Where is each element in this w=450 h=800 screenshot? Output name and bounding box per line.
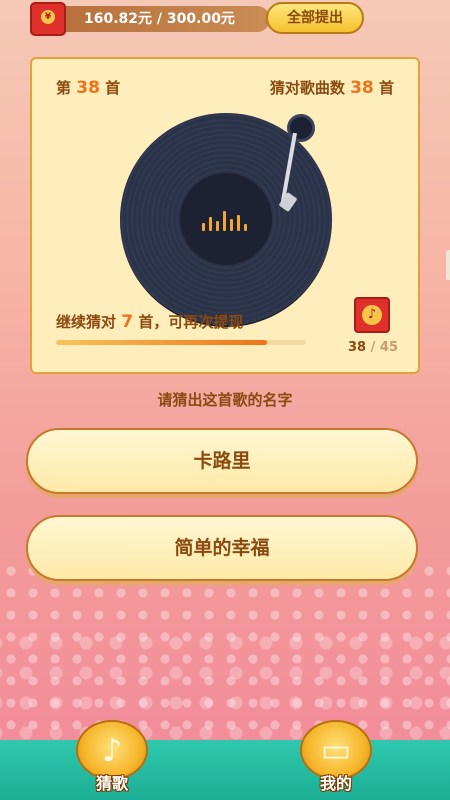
song-number: 38	[76, 78, 100, 98]
nav-mine-label: 我的	[319, 774, 352, 793]
progress-bar	[56, 340, 306, 345]
progress-fill	[56, 340, 267, 345]
audio-wave-icon	[202, 209, 252, 231]
progress-total: / 45	[370, 340, 398, 355]
balance-amount: 160.82元	[84, 11, 153, 27]
balance-target: 300.00元	[166, 11, 235, 27]
coin-icon: ¥	[41, 10, 55, 24]
correct-count: 38	[350, 78, 374, 98]
card-header: 第 38 首 猜对歌曲数 38 首	[56, 77, 394, 101]
music-note-icon: ♪	[362, 305, 382, 325]
bottom-nav-bar	[0, 740, 450, 800]
hint-number: 7	[121, 312, 134, 332]
withdraw-all-button[interactable]: 全部提出	[266, 2, 364, 34]
hint-prefix: 继续猜对	[56, 313, 117, 331]
record-label	[180, 173, 272, 265]
answer-option-1[interactable]: 卡路里	[26, 428, 418, 494]
current-song-indicator: 第 38 首	[56, 77, 120, 98]
song-prefix: 第	[56, 79, 72, 97]
balance-bar: 160.82元 / 300.00元 ¥ 全部提出	[30, 2, 400, 36]
music-note-icon: ♪	[101, 731, 123, 769]
background-dots-large	[0, 620, 450, 740]
correct-count-indicator: 猜对歌曲数 38 首	[270, 77, 394, 98]
question-prompt: 请猜出这首歌的名字	[157, 391, 293, 409]
progress-count: 38 / 45	[348, 340, 398, 355]
balance-separator: /	[156, 11, 163, 27]
red-packet-icon: ¥	[30, 2, 66, 36]
game-card: 第 38 首 猜对歌曲数 38 首 继续猜对 7 首，可再次提现 ♪ 38 / …	[30, 57, 420, 374]
correct-label: 猜对歌曲数	[269, 79, 345, 97]
progress-current: 38	[348, 340, 367, 355]
answer-option-2[interactable]: 简单的幸福	[26, 515, 418, 581]
nav-guess-label: 猜歌	[95, 774, 128, 793]
nav-tab-mine[interactable]: ▭ 我的	[296, 720, 376, 800]
hint-suffix: 首，可再次提现	[138, 313, 244, 331]
music-reward-icon[interactable]: ♪	[354, 297, 390, 333]
vinyl-record[interactable]	[120, 113, 332, 325]
nav-tab-guess[interactable]: ♪ 猜歌	[72, 720, 152, 800]
balance-pill: 160.82元 / 300.00元	[50, 6, 270, 32]
withdraw-hint: 继续猜对 7 首，可再次提现	[56, 311, 243, 332]
song-suffix: 首	[105, 79, 121, 97]
correct-suffix: 首	[378, 79, 394, 97]
side-handle[interactable]	[446, 250, 450, 280]
wallet-icon: ▭	[320, 731, 352, 769]
